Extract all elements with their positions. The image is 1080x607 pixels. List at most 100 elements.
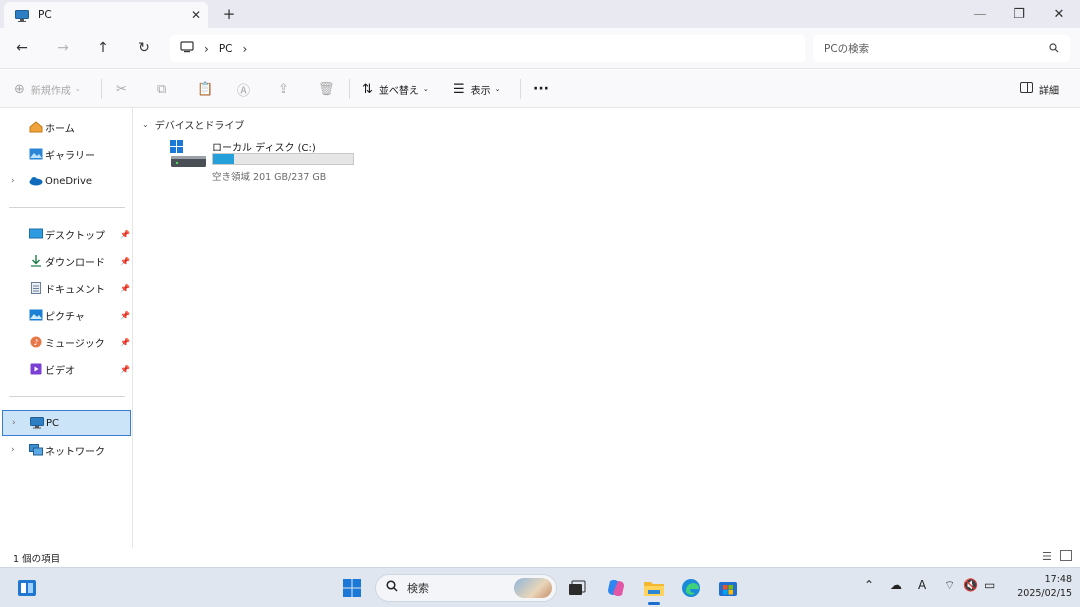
sidebar-item-desktop[interactable]: デスクトップ 📌 xyxy=(2,222,131,246)
cut-button[interactable]: ✂ xyxy=(116,80,133,98)
battery-icon[interactable]: ▭ xyxy=(984,578,995,592)
music-icon: ♪ xyxy=(29,336,43,348)
clock[interactable]: 17:48 2025/02/15 xyxy=(1008,573,1072,601)
more-options-button[interactable]: ··· xyxy=(533,80,549,98)
search-placeholder: PCの検索 xyxy=(824,43,870,55)
start-icon[interactable] xyxy=(338,574,366,602)
scissors-icon: ✂ xyxy=(116,81,127,97)
chevron-right-icon[interactable]: › xyxy=(12,418,16,428)
sidebar-item-pc[interactable]: › PC xyxy=(2,410,131,436)
task-view-icon[interactable] xyxy=(563,574,591,602)
widgets-icon[interactable] xyxy=(13,574,41,602)
address-row: ← → ↑ ↻ › PC › PCの検索 xyxy=(0,28,1080,69)
restore-button[interactable]: ❐ xyxy=(999,0,1039,28)
chevron-right-icon[interactable]: › xyxy=(11,176,15,186)
share-icon: ⇪ xyxy=(278,81,289,97)
back-button[interactable]: ← xyxy=(10,37,34,59)
minimize-button[interactable]: — xyxy=(960,0,1000,28)
details-view-icon[interactable]: ☰ xyxy=(1042,550,1052,563)
command-bar: ⊕ 新規作成 ⌄ ✂ ⧉ 📋 Ⓐ ⇪ 🗑 ⇅ 並べ替え ⌄ ☰ 表示 ⌄ ···… xyxy=(0,70,1080,108)
breadcrumb-pc[interactable]: PC xyxy=(219,43,233,55)
refresh-button[interactable]: ↻ xyxy=(132,37,156,59)
breadcrumb-chevron[interactable]: › xyxy=(242,42,247,56)
chevron-up-icon[interactable]: ⌃ xyxy=(864,578,874,592)
sidebar-label: ドキュメント xyxy=(45,284,105,296)
monitor-icon xyxy=(180,41,194,56)
taskbar-search-label: 検索 xyxy=(407,582,429,595)
view-button[interactable]: ☰ 表示 ⌄ xyxy=(453,80,501,98)
divider xyxy=(101,79,102,99)
sort-icon: ⇅ xyxy=(362,81,373,97)
details-pane-icon xyxy=(1020,81,1033,97)
cloud-sync-icon[interactable]: ☁ xyxy=(890,578,902,592)
copilot-icon[interactable] xyxy=(602,574,630,602)
taskbar-search[interactable]: 検索 xyxy=(375,574,557,602)
sidebar-item-documents[interactable]: ドキュメント 📌 xyxy=(2,276,131,300)
delete-button[interactable]: 🗑 xyxy=(318,80,341,98)
sidebar-item-music[interactable]: ♪ ミュージック 📌 xyxy=(2,330,131,354)
sidebar-item-pictures[interactable]: ピクチャ 📌 xyxy=(2,303,131,327)
tab-pc[interactable]: PC ✕ xyxy=(4,2,208,28)
group-header[interactable]: ⌄ デバイスとドライブ xyxy=(142,117,244,132)
new-tab-button[interactable]: + xyxy=(219,4,239,24)
clock-time: 17:48 xyxy=(1044,574,1072,585)
breadcrumb-separator[interactable]: › xyxy=(204,42,209,56)
svg-text:♪: ♪ xyxy=(33,338,38,347)
search-icon xyxy=(1049,43,1059,56)
volume-muted-icon[interactable]: 🔇 xyxy=(963,578,978,592)
gallery-icon xyxy=(29,148,43,160)
details-button[interactable]: 詳細 xyxy=(1020,80,1059,98)
new-button[interactable]: ⊕ 新規作成 ⌄ xyxy=(14,80,81,98)
clock-date: 2025/02/15 xyxy=(1017,588,1072,599)
network-icon xyxy=(29,444,43,456)
pin-icon[interactable]: 📌 xyxy=(120,338,130,347)
sidebar-label: ホーム xyxy=(45,123,75,135)
sidebar-item-gallery[interactable]: ギャラリー xyxy=(2,142,131,166)
sort-button[interactable]: ⇅ 並べ替え ⌄ xyxy=(362,80,429,98)
sidebar-item-network[interactable]: › ネットワーク xyxy=(2,438,131,462)
sidebar-item-home[interactable]: ホーム xyxy=(2,115,131,139)
home-icon xyxy=(29,121,43,133)
tiles-view-icon[interactable] xyxy=(1060,550,1072,561)
sort-label: 並べ替え xyxy=(378,85,419,97)
pin-icon[interactable]: 📌 xyxy=(120,311,130,320)
wifi-icon[interactable]: ⌔ xyxy=(944,578,955,593)
copy-icon: ⧉ xyxy=(157,81,167,97)
close-window-button[interactable]: ✕ xyxy=(1039,0,1079,28)
pin-icon[interactable]: 📌 xyxy=(120,284,130,293)
store-icon[interactable] xyxy=(714,574,742,602)
share-button[interactable]: ⇪ xyxy=(278,80,295,98)
address-bar[interactable]: › PC › xyxy=(170,35,805,62)
drive-item-c[interactable]: ローカル ディスク (C:) 空き領域 201 GB/237 GB xyxy=(168,138,358,183)
close-tab-icon[interactable]: ✕ xyxy=(184,8,208,22)
ime-icon[interactable]: A xyxy=(918,578,926,592)
pin-icon[interactable]: 📌 xyxy=(120,257,130,266)
sidebar-item-onedrive[interactable]: › OneDrive xyxy=(2,169,131,193)
up-button[interactable]: ↑ xyxy=(91,37,115,59)
chevron-down-icon[interactable]: ⌄ xyxy=(142,120,149,129)
sidebar-label: ミュージック xyxy=(45,338,105,350)
sidebar-label: ギャラリー xyxy=(45,150,95,162)
computer-icon xyxy=(15,9,29,22)
video-icon xyxy=(29,363,43,375)
paste-button[interactable]: 📋 xyxy=(197,80,219,98)
navigation-pane: ホーム ギャラリー › OneDrive デスクトップ 📌 ダウンロード 📌 ド… xyxy=(0,108,133,548)
search-input[interactable]: PCの検索 xyxy=(813,35,1070,62)
copy-button[interactable]: ⧉ xyxy=(157,80,172,98)
file-explorer-icon[interactable] xyxy=(640,574,668,605)
search-icon xyxy=(386,580,398,596)
pin-icon[interactable]: 📌 xyxy=(120,230,130,239)
plus-circle-icon: ⊕ xyxy=(14,81,25,97)
rename-button[interactable]: Ⓐ xyxy=(237,80,256,99)
clipboard-icon: 📋 xyxy=(197,81,214,97)
edge-icon[interactable] xyxy=(677,574,705,602)
desktop-folder-icon xyxy=(29,228,43,240)
sidebar-item-downloads[interactable]: ダウンロード 📌 xyxy=(2,249,131,273)
forward-button[interactable]: → xyxy=(51,37,75,59)
sidebar-item-videos[interactable]: ビデオ 📌 xyxy=(2,357,131,381)
taskbar: 検索 ⌃ ☁ A ⌔ 🔇 ▭ 17:48 2025/02/15 xyxy=(0,567,1080,607)
pin-icon[interactable]: 📌 xyxy=(120,365,130,374)
document-icon xyxy=(29,282,43,294)
sidebar-label: デスクトップ xyxy=(45,230,105,242)
chevron-right-icon[interactable]: › xyxy=(11,445,15,455)
